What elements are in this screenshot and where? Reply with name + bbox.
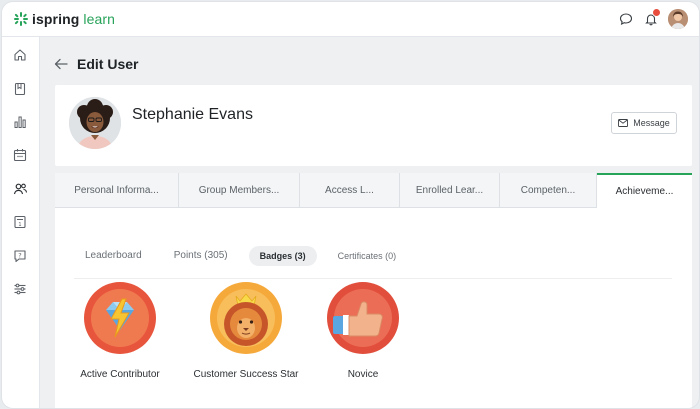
svg-text:1: 1 bbox=[18, 222, 21, 228]
tab-access-level[interactable]: Access L... bbox=[300, 173, 400, 207]
logo-brand: ispring bbox=[32, 11, 80, 27]
home-icon[interactable] bbox=[12, 47, 28, 63]
tab-label: Group Members... bbox=[198, 184, 280, 196]
lightning-badge-icon bbox=[84, 282, 156, 354]
badge-novice[interactable]: Novice bbox=[323, 282, 403, 380]
badge-label: Active Contributor bbox=[80, 369, 160, 380]
thumbs-up-badge-icon bbox=[327, 282, 399, 354]
profile-avatar bbox=[69, 97, 121, 149]
users-icon[interactable] bbox=[12, 181, 28, 197]
svg-text:?: ? bbox=[18, 252, 21, 260]
back-arrow-icon[interactable] bbox=[54, 58, 68, 70]
tab-label: Access L... bbox=[325, 184, 374, 196]
tab-label: Personal Informa... bbox=[74, 184, 159, 196]
subtab-divider bbox=[74, 278, 672, 279]
logo[interactable]: ispring learn bbox=[14, 11, 115, 27]
sliders-icon[interactable] bbox=[12, 281, 28, 297]
subtab-certificates[interactable]: Certificates (0) bbox=[327, 246, 408, 266]
lion-badge-icon bbox=[210, 282, 282, 354]
envelope-icon bbox=[618, 119, 629, 127]
achievement-subtabs: Leaderboard Points (305) Badges (3) Cert… bbox=[74, 245, 417, 266]
profile-card: Stephanie Evans Message bbox=[55, 85, 692, 166]
page-title: Edit User bbox=[77, 56, 139, 72]
logo-text: ispring learn bbox=[32, 11, 115, 27]
bell-icon[interactable] bbox=[642, 8, 661, 28]
subtab-leaderboard[interactable]: Leaderboard bbox=[74, 245, 153, 266]
tab-achievements[interactable]: Achieveme... bbox=[597, 173, 692, 208]
logo-mark-icon bbox=[14, 12, 28, 26]
tab-label: Enrolled Lear... bbox=[415, 184, 484, 196]
notification-dot bbox=[652, 8, 661, 17]
user-avatar[interactable] bbox=[668, 9, 688, 29]
chat-icon[interactable] bbox=[617, 10, 635, 28]
help-icon[interactable]: ? bbox=[12, 248, 28, 264]
app-window: ispring learn 1 ? Edit User Stephanie Ev… bbox=[1, 1, 700, 409]
badge-active-contributor[interactable]: Active Contributor bbox=[75, 282, 165, 380]
certificate-icon[interactable]: 1 bbox=[12, 214, 28, 230]
tab-competencies[interactable]: Competen... bbox=[500, 173, 597, 207]
tab-personal-information[interactable]: Personal Informa... bbox=[55, 173, 179, 207]
logo-product: learn bbox=[83, 11, 116, 27]
message-button-label: Message bbox=[633, 118, 670, 128]
tab-bar: Personal Informa... Group Members... Acc… bbox=[55, 173, 692, 208]
achievements-panel: Leaderboard Points (305) Badges (3) Cert… bbox=[55, 208, 692, 408]
sidebar: 1 ? bbox=[2, 37, 40, 408]
badge-label: Novice bbox=[347, 369, 379, 380]
tab-label: Competen... bbox=[520, 184, 576, 196]
book-icon[interactable] bbox=[12, 81, 28, 97]
bar-chart-icon[interactable] bbox=[12, 114, 28, 130]
message-button[interactable]: Message bbox=[611, 112, 677, 134]
top-bar: ispring learn bbox=[2, 2, 699, 37]
badge-label: Customer Success Star bbox=[193, 369, 299, 380]
calendar-icon[interactable] bbox=[12, 147, 28, 163]
subtab-points[interactable]: Points (305) bbox=[163, 245, 239, 266]
badge-customer-success-star[interactable]: Customer Success Star bbox=[191, 282, 301, 380]
subtab-badges[interactable]: Badges (3) bbox=[248, 245, 317, 266]
tab-label: Achieveme... bbox=[615, 186, 674, 197]
tab-enrolled-learning[interactable]: Enrolled Lear... bbox=[400, 173, 500, 207]
tab-group-membership[interactable]: Group Members... bbox=[179, 173, 300, 207]
user-name: Stephanie Evans bbox=[132, 106, 253, 123]
